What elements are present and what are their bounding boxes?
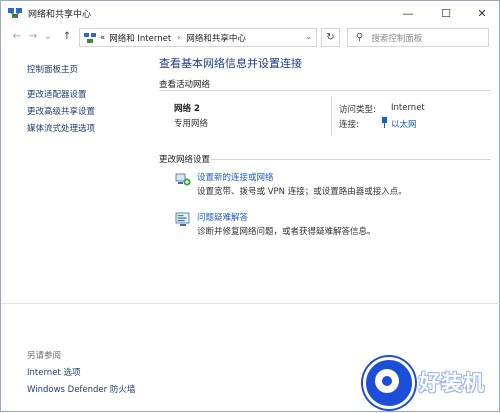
network-setup-icon [175, 173, 191, 186]
new-connection-link[interactable]: 设置新的连接或网络 [197, 171, 274, 183]
watermark-dot [382, 376, 392, 386]
see-also-caption: 另请参阅 [27, 351, 62, 361]
maximize-icon: ☐ [441, 6, 451, 20]
close-icon: ✕ [477, 6, 487, 20]
network-divider [331, 96, 332, 136]
refresh-icon: ↻ [326, 32, 335, 43]
breadcrumb-sharing-center[interactable]: 网络和共享中心 [186, 32, 246, 44]
access-type-value: Internet [391, 103, 425, 113]
watermark-logo: 好装机 [359, 353, 499, 411]
new-connection-description: 设置宽带、拨号或 VPN 连接；或设置路由器或接入点。 [197, 187, 407, 197]
window: 网络和共享中心 — ☐ ✕ ← → ⌄ ↑ « 网络和 Internet › 网… [0, 0, 500, 412]
task-troubleshoot[interactable]: 问题疑难解答 诊断并修复网络问题，或者获得疑难解答信息。 [175, 211, 475, 241]
breadcrumb-separator-icon: › [177, 33, 181, 42]
ethernet-icon [382, 117, 387, 128]
close-button[interactable]: ✕ [465, 1, 499, 25]
section-divider [211, 159, 491, 160]
search-placeholder: 搜索控制面板 [371, 33, 423, 44]
troubleshoot-icon [175, 212, 190, 226]
network-location-icon [84, 32, 96, 43]
breadcrumb-network-internet[interactable]: 网络和 Internet [109, 32, 171, 44]
refresh-button[interactable]: ↻ [321, 28, 340, 47]
address-dropdown-icon[interactable]: ⌄ [305, 32, 312, 41]
address-row: ← → ⌄ ↑ « 网络和 Internet › 网络和共享中心 ⌄ ↻ ⚲ 搜… [1, 25, 499, 51]
sidebar-home-link[interactable]: 控制面板主页 [27, 63, 78, 75]
network-app-icon [8, 8, 22, 18]
breadcrumb-overflow[interactable]: « [100, 33, 105, 43]
window-title: 网络和共享中心 [28, 9, 92, 20]
search-icon: ⚲ [356, 32, 364, 43]
troubleshoot-description: 诊断并修复网络问题，或者获得疑难解答信息。 [197, 227, 376, 237]
active-networks-heading: 查看活动网络 [159, 80, 211, 90]
connections-label: 连接: [339, 120, 359, 130]
task-new-connection[interactable]: 设置新的连接或网络 设置宽带、拨号或 VPN 连接；或设置路由器或接入点。 [175, 171, 475, 201]
troubleshoot-link[interactable]: 问题疑难解答 [197, 211, 248, 223]
sidebar-item-media-streaming[interactable]: 媒体流式处理选项 [27, 122, 95, 134]
up-button[interactable]: ↑ [61, 31, 73, 42]
sidebar-item-advanced-sharing[interactable]: 更改高级共享设置 [27, 105, 95, 117]
address-bar[interactable]: « 网络和 Internet › 网络和共享中心 ⌄ [79, 28, 317, 47]
defender-firewall-link[interactable]: Windows Defender 防火墙 [27, 383, 135, 395]
minimize-icon: — [402, 6, 414, 20]
search-box[interactable]: ⚲ 搜索控制面板 [347, 28, 489, 47]
network-name: 网络 2 [174, 104, 200, 114]
watermark-text: 好装机 [419, 371, 485, 395]
maximize-button[interactable]: ☐ [429, 1, 463, 25]
change-settings-heading: 更改网络设置 [159, 155, 211, 165]
recent-locations-button[interactable]: ⌄ [42, 31, 54, 42]
sidebar: 控制面板主页 更改适配器设置 更改高级共享设置 媒体流式处理选项 另请参阅 In… [1, 51, 151, 413]
page-title: 查看基本网络信息并设置连接 [159, 57, 302, 70]
minimize-button[interactable]: — [391, 1, 425, 25]
forward-button[interactable]: → [27, 31, 39, 42]
section-divider [159, 90, 491, 91]
back-button[interactable]: ← [11, 31, 23, 42]
window-edge-divider [1, 303, 500, 304]
internet-options-link[interactable]: Internet 选项 [27, 366, 80, 378]
network-profile-link[interactable]: 专用网络 [174, 117, 208, 129]
sidebar-item-adapter-settings[interactable]: 更改适配器设置 [27, 88, 87, 100]
ethernet-link[interactable]: 以太网 [391, 118, 417, 130]
access-type-label: 访问类型: [339, 105, 376, 115]
